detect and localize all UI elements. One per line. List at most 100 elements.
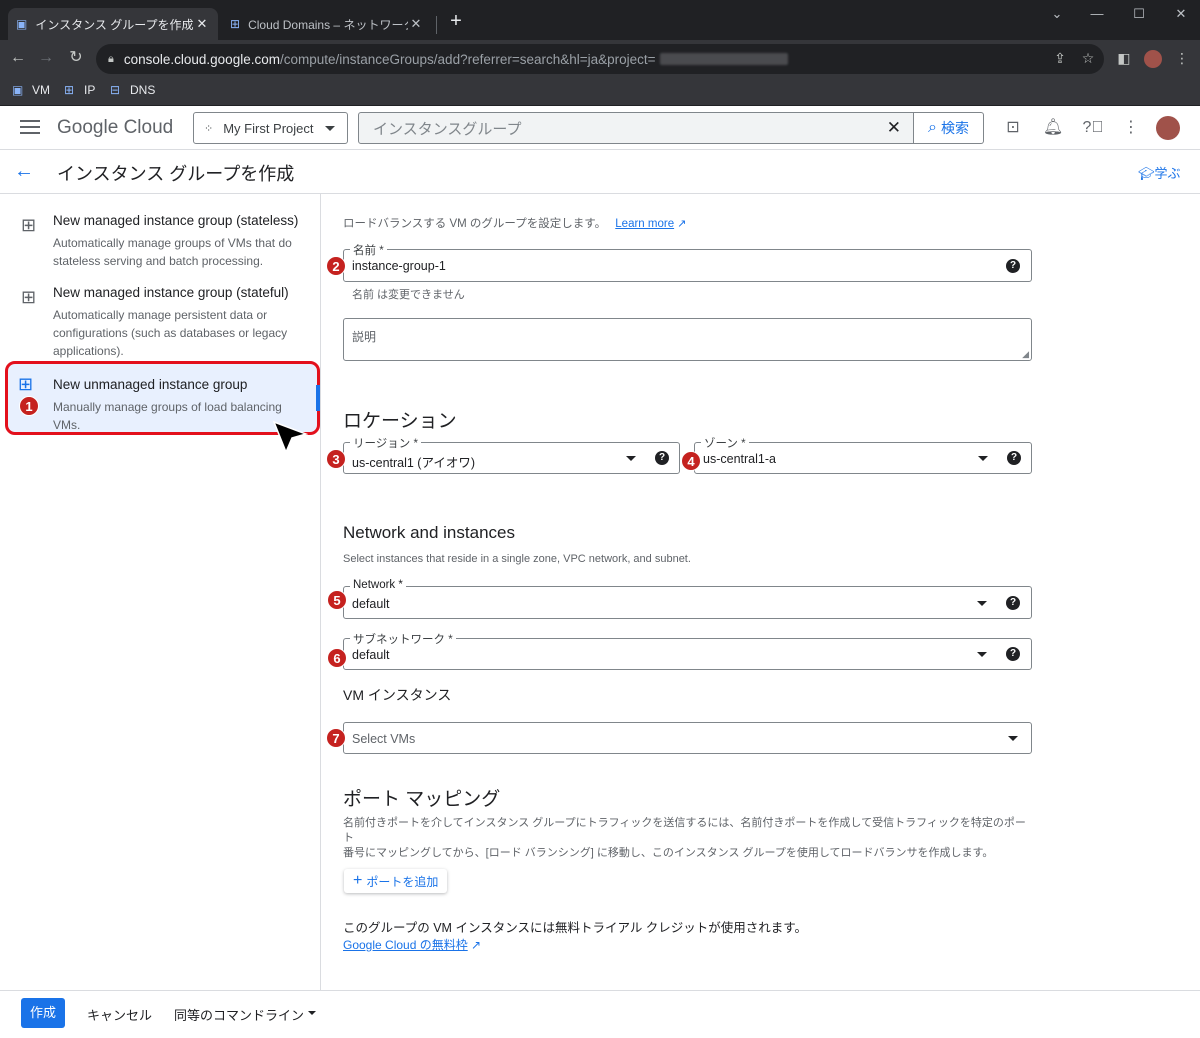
help-icon[interactable]: ?	[655, 451, 669, 465]
tab-separator	[436, 16, 437, 34]
region-value: us-central1 (アイオワ)	[352, 456, 476, 470]
help-icon[interactable]: ?⃝	[1082, 117, 1104, 139]
description-field[interactable]: 説明 ◢	[343, 318, 1032, 361]
select-vms-dropdown[interactable]: Select VMs	[343, 722, 1032, 754]
project-name: My First Project	[223, 120, 314, 136]
select-vms-placeholder: Select VMs	[352, 732, 416, 746]
chip-icon: ▣	[16, 17, 28, 31]
bookmark-dns[interactable]: ⊟ DNS	[110, 83, 155, 97]
notifications-icon[interactable]: 🔔︎	[1042, 117, 1064, 139]
tab-search-icon[interactable]: ⌄	[1042, 6, 1072, 26]
option-description: Manually manage groups of load balancing…	[53, 400, 282, 432]
command-line-button[interactable]: 同等のコマンドライン	[174, 1005, 304, 1024]
chevron-down-icon	[325, 126, 335, 131]
search-icon: ⌕	[928, 119, 937, 136]
subnetwork-select[interactable]: サブネットワーク * default ?	[343, 631, 1032, 670]
name-hint: 名前 は変更できません	[352, 289, 465, 301]
learn-more-link[interactable]: Learn more	[615, 218, 674, 230]
tab-title: Cloud Domains – ネットワーク サービ	[248, 17, 408, 32]
close-window-icon[interactable]: ✕	[1166, 6, 1196, 26]
account-avatar[interactable]	[1156, 116, 1180, 140]
option-managed-stateful[interactable]: ⊞ New managed instance group (stateful) …	[8, 285, 314, 360]
form-intro: ロードバランスする VM のグループを設定します。 Learn more ↗	[343, 215, 686, 231]
learn-label: 学ぶ	[1154, 166, 1181, 181]
name-label: 名前 *	[350, 242, 387, 258]
instance-group-icon: ⊞	[18, 374, 34, 394]
clear-search-icon[interactable]: ✕	[887, 118, 901, 138]
help-icon[interactable]: ?	[1006, 596, 1020, 610]
annotation-badge-2: 2	[326, 256, 346, 276]
menu-dots-icon[interactable]: ⋮	[1172, 50, 1192, 70]
option-managed-stateless[interactable]: ⊞ New managed instance group (stateless)…	[8, 213, 314, 270]
back-icon[interactable]: ←	[8, 48, 28, 68]
cancel-button[interactable]: キャンセル	[87, 1005, 152, 1024]
region-label: リージョン *	[350, 435, 421, 451]
bookmark-vm[interactable]: ▣ VM	[12, 83, 50, 97]
free-tier-label: Google Cloud の無料枠	[343, 938, 468, 952]
minimize-icon[interactable]: —	[1082, 6, 1112, 26]
profile-avatar[interactable]	[1144, 50, 1162, 68]
help-icon[interactable]: ?	[1007, 451, 1021, 465]
logo-google: Google	[57, 117, 119, 138]
bookmark-label: VM	[32, 83, 50, 97]
star-icon[interactable]: ☆	[1078, 50, 1098, 70]
annotation-badge-6: 6	[327, 648, 347, 668]
search-value: インスタンスグループ	[373, 120, 522, 138]
free-tier-link[interactable]: Google Cloud の無料枠 ↗	[343, 936, 481, 953]
bookmark-label: IP	[84, 83, 96, 97]
share-icon[interactable]: ⇪	[1050, 50, 1070, 70]
help-icon[interactable]: ?	[1006, 259, 1020, 273]
learn-button[interactable]: 🎓︎学ぶ	[1138, 163, 1181, 182]
back-arrow-icon[interactable]: ←	[14, 160, 34, 183]
maximize-icon[interactable]: ☐	[1124, 6, 1154, 26]
chevron-down-icon[interactable]	[308, 1011, 316, 1015]
bookmark-ip[interactable]: ⊞ IP	[64, 83, 95, 97]
search-button[interactable]: ⌕ 検索	[914, 112, 984, 144]
network-select[interactable]: Network * default ?	[343, 579, 1032, 619]
zone-select[interactable]: ゾーン * us-central1-a ?	[694, 435, 1032, 474]
name-field[interactable]: 名前 * instance-group-1 ?	[343, 242, 1032, 282]
hamburger-menu-icon[interactable]	[20, 120, 40, 134]
forward-icon[interactable]: →	[36, 48, 56, 68]
option-description: Automatically manage persistent data or …	[53, 308, 288, 358]
zone-label: ゾーン *	[701, 435, 749, 451]
network-description: Select instances that reside in a single…	[343, 553, 691, 565]
dropdown-arrow-icon	[977, 601, 987, 606]
url-path: /compute/instanceGroups/add?referrer=sea…	[279, 51, 656, 67]
cloud-shell-icon[interactable]: ⊡	[1002, 117, 1024, 139]
dropdown-arrow-icon	[978, 456, 988, 461]
resize-handle-icon: ◢	[1022, 349, 1029, 359]
add-port-button[interactable]: + ポートを追加	[344, 869, 447, 893]
trial-text: このグループの VM インスタンスには無料トライアル クレジットが使用されます。	[343, 921, 808, 935]
annotation-badge-1: 1	[19, 396, 39, 416]
vm-instances-heading: VM インスタンス	[343, 687, 452, 703]
create-button[interactable]: 作成	[21, 998, 65, 1028]
dns-icon: ⊟	[110, 83, 121, 97]
close-tab-icon[interactable]: ✕	[194, 16, 210, 32]
side-panel-icon[interactable]: ◧	[1114, 50, 1134, 70]
more-options-icon[interactable]: ⋮	[1120, 117, 1142, 139]
annotation-badge-5: 5	[327, 590, 347, 610]
bookmark-label: DNS	[130, 83, 156, 97]
google-cloud-logo[interactable]: Google Cloud	[57, 117, 173, 139]
tab-instance-group[interactable]: ▣ インスタンス グループを作成 – Compu ✕	[8, 8, 218, 40]
url-field[interactable]: 🔒︎ console.cloud.google.com /compute/ins…	[96, 44, 1104, 74]
page-title: インスタンス グループを作成	[57, 164, 295, 184]
intro-text: ロードバランスする VM のグループを設定します。	[343, 218, 607, 230]
subnetwork-label: サブネットワーク *	[350, 631, 456, 647]
option-heading: New unmanaged instance group	[53, 377, 248, 392]
help-icon[interactable]: ?	[1006, 647, 1020, 661]
close-tab-icon[interactable]: ✕	[408, 16, 424, 32]
search-input[interactable]: インスタンスグループ ✕	[358, 112, 914, 144]
network-icon: ⊞	[230, 17, 241, 31]
subnetwork-value: default	[352, 648, 390, 662]
dropdown-arrow-icon	[626, 456, 636, 461]
new-tab-button[interactable]: +	[446, 10, 466, 34]
annotation-badge-3: 3	[326, 449, 346, 469]
reload-icon[interactable]: ↻	[66, 48, 86, 68]
region-select[interactable]: リージョン * us-central1 (アイオワ) ?	[343, 435, 680, 474]
tab-cloud-domains[interactable]: ⊞ Cloud Domains – ネットワーク サービ ✕	[222, 8, 432, 40]
option-heading: New managed instance group (stateless)	[53, 213, 299, 228]
project-selector[interactable]: ⁘ My First Project	[193, 112, 348, 144]
project-icon: ⁘	[204, 122, 214, 135]
